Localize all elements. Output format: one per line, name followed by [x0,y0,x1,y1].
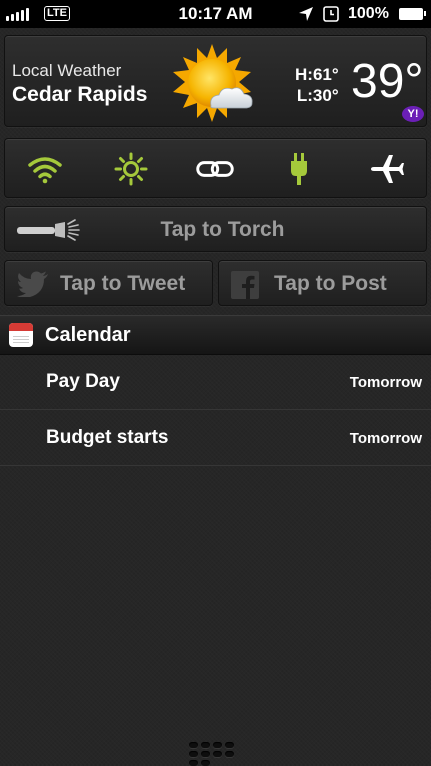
toggle-bar [4,138,427,198]
weather-high: H:61° [295,65,339,84]
link-icon [196,161,234,177]
post-button[interactable]: Tap to Post [218,260,427,306]
weather-temperature: 39° [351,55,424,108]
calendar-event[interactable]: Budget starts Tomorrow [0,410,431,466]
alarm-icon [323,6,339,22]
facebook-icon [231,271,259,299]
weather-widget[interactable]: Local Weather Cedar Rapids H:61° L:30° 3… [4,35,427,127]
plug-icon [291,153,307,185]
airplane-toggle[interactable] [367,149,407,189]
event-name: Budget starts [46,427,169,448]
torch-button[interactable]: Tap to Torch [4,206,427,252]
location-arrow-icon [299,7,313,21]
brightness-toggle[interactable] [111,149,151,189]
brightness-icon [114,152,148,186]
airplane-icon [371,155,404,183]
torch-label: Tap to Torch [160,218,285,241]
calendar-title: Calendar [45,324,131,346]
wifi-icon [28,157,62,184]
event-time: Tomorrow [349,374,422,391]
post-label: Tap to Post [274,272,387,295]
tweet-button[interactable]: Tap to Tweet [4,260,213,306]
calendar-event[interactable]: Pay Day Tomorrow [0,354,431,410]
sun-cloud-icon [173,44,253,122]
drag-handle[interactable] [189,742,245,766]
battery-icon [399,8,426,20]
tweet-label: Tap to Tweet [60,272,186,295]
weather-city: Cedar Rapids [12,83,148,106]
link-toggle[interactable] [195,149,235,189]
calendar-header[interactable]: Calendar [0,315,431,355]
event-time: Tomorrow [349,430,422,447]
weather-low: L:30° [296,86,339,105]
twitter-bird-icon [17,271,48,297]
wifi-toggle[interactable] [25,149,65,189]
weather-title: Local Weather [12,61,122,80]
power-toggle[interactable] [279,149,319,189]
event-name: Pay Day [46,371,120,392]
weather-high-low: H:61° L:30° [295,64,339,106]
calendar-icon [9,323,33,347]
yahoo-logo-icon[interactable]: Y! [402,106,424,122]
battery-percent: 100% [348,5,389,22]
status-bar: LTE 10:17 AM 100% [0,0,431,28]
